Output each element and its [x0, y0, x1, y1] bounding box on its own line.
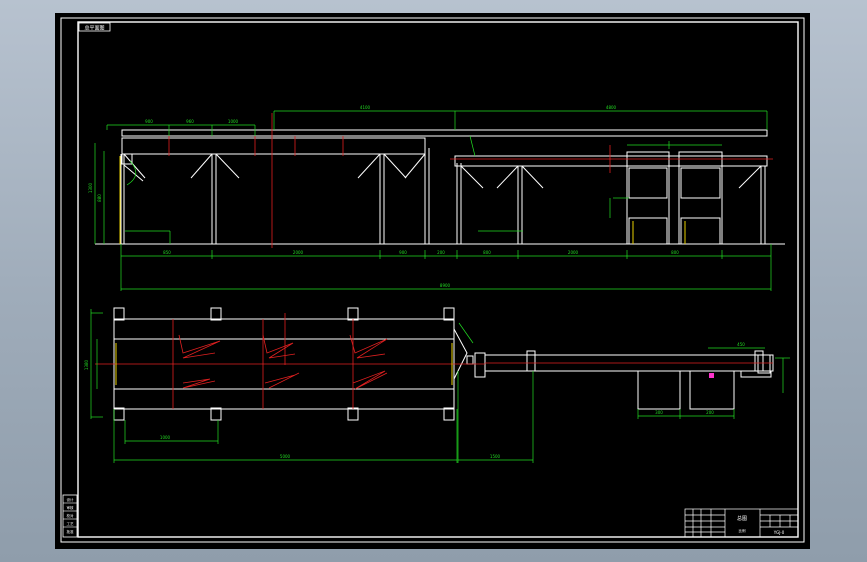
elevation-centerlines [168, 113, 773, 248]
plan-dimensions [90, 309, 790, 463]
dim-elev-top-left: 4100 [360, 105, 371, 110]
corner-tag: 总平面图 [84, 24, 104, 31]
dim-plan-overall: 5000 [280, 454, 291, 459]
dim-elev-bottom-2: 2000 [293, 250, 304, 255]
left-stack-4: 工艺 [67, 521, 74, 526]
dim-elev-bottom-7: 800 [671, 250, 679, 255]
dim-plan-small-3: 200 [706, 410, 714, 415]
dim-plan-seg: 1000 [160, 435, 171, 440]
dim-elev-height-1: 1300 [88, 182, 93, 193]
left-stack-3: 校对 [67, 513, 74, 518]
plan-red-features [95, 313, 773, 409]
dim-elev-bottom-3: 900 [399, 250, 407, 255]
drawing-name: 总图 [737, 515, 747, 522]
scale-label: 比例 [739, 528, 747, 533]
elevation-view [95, 129, 785, 245]
dim-elev-bottom-1: 850 [163, 250, 171, 255]
drawing-number: YGJ-0 [773, 530, 785, 535]
dim-plan-right: 1500 [490, 454, 501, 459]
elevation-yellow-accents [119, 156, 686, 244]
dim-elev-top-right: 4800 [606, 105, 617, 110]
left-stack-table: 设计 审核 校对 工艺 批准 [62, 494, 78, 538]
drawing-sheet[interactable]: 总平面图 4100 4800 900 960 1000 850 2000 900… [55, 13, 810, 549]
dim-elev-height-2: 880 [97, 194, 102, 202]
dim-elev-bottom-6: 2000 [568, 250, 579, 255]
dim-elev-seg2: 960 [186, 119, 194, 124]
dim-elev-bottom-4: 200 [437, 250, 445, 255]
left-stack-2: 审核 [67, 505, 74, 510]
left-stack-1: 设计 [67, 497, 74, 502]
dim-elev-seg1: 900 [145, 119, 153, 124]
dim-elev-seg3: 1000 [228, 119, 239, 124]
dim-plan-small-2: 300 [655, 410, 663, 415]
outer-frame [60, 17, 805, 543]
dim-plan-width: 1380 [84, 359, 89, 370]
left-stack-5: 批准 [67, 529, 74, 534]
cad-drawing: 总平面图 4100 4800 900 960 1000 850 2000 900… [60, 17, 805, 543]
plan-dim-texts: 1380 1000 5000 1500 450 300 200 [84, 342, 745, 459]
dim-plan-small-1: 450 [737, 342, 745, 347]
plan-magenta-marker [709, 373, 714, 378]
cad-viewport[interactable]: 总平面图 4100 4800 900 960 1000 850 2000 900… [0, 0, 867, 562]
dim-elev-overall: 8900 [440, 283, 451, 288]
dim-elev-bottom-5: 800 [483, 250, 491, 255]
